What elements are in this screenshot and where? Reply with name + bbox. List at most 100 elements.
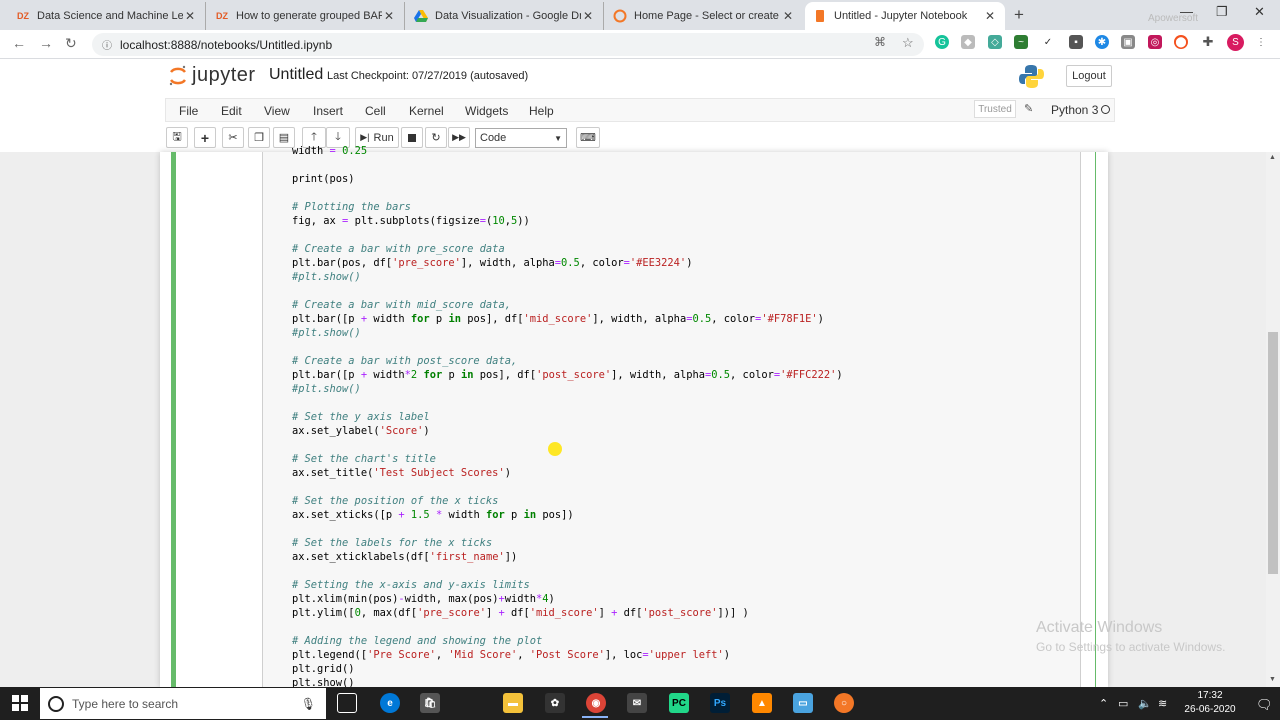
extension-icon[interactable]: ⬤ bbox=[1174, 35, 1188, 49]
browser-tab[interactable]: DZ Data Science and Machine Learni ✕ bbox=[8, 2, 206, 30]
browser-tab-active[interactable]: Untitled - Jupyter Notebook ✕ bbox=[805, 2, 1005, 30]
taskbar-search-input[interactable]: Type here to search 🎙 bbox=[40, 688, 326, 719]
wifi-icon[interactable]: ≋ bbox=[1158, 697, 1167, 710]
volume-icon[interactable]: 🔈 bbox=[1138, 697, 1152, 710]
code-line[interactable]: # Create a bar with post_score data, bbox=[292, 354, 1072, 368]
address-bar[interactable]: ⓘ localhost:8888/notebooks/Untitled.ipyn… bbox=[92, 33, 924, 56]
extension-icon[interactable]: ~ bbox=[1014, 35, 1028, 49]
reload-icon[interactable]: ↻ bbox=[65, 35, 77, 52]
code-line[interactable] bbox=[292, 480, 1072, 494]
code-line[interactable] bbox=[292, 186, 1072, 200]
code-line[interactable]: plt.bar([p + width for p in pos], df['mi… bbox=[292, 312, 1072, 326]
code-line[interactable]: ax.set_xticks([p + 1.5 * width for p in … bbox=[292, 508, 1072, 522]
jupyter-logo-icon[interactable] bbox=[168, 64, 188, 88]
code-line[interactable]: ax.set_ylabel('Score') bbox=[292, 424, 1072, 438]
code-line[interactable]: #plt.show() bbox=[292, 326, 1072, 340]
extension-icon[interactable]: ✱ bbox=[1095, 35, 1109, 49]
kernel-name[interactable]: Python 3 bbox=[1051, 103, 1098, 117]
code-line[interactable]: #plt.show() bbox=[292, 382, 1072, 396]
scrollbar-thumb[interactable] bbox=[1268, 332, 1278, 574]
info-icon[interactable]: ⓘ bbox=[102, 37, 112, 52]
logout-button[interactable]: Logout bbox=[1066, 65, 1112, 87]
code-line[interactable]: # Set the y axis label bbox=[292, 410, 1072, 424]
code-line[interactable]: #plt.show() bbox=[292, 270, 1072, 284]
code-line[interactable]: plt.bar(pos, df['pre_score'], width, alp… bbox=[292, 256, 1072, 270]
checkmark-icon[interactable]: ✓ bbox=[1041, 35, 1055, 49]
close-tab-icon[interactable]: ✕ bbox=[183, 9, 197, 23]
code-line[interactable] bbox=[292, 564, 1072, 578]
anaconda-icon[interactable]: ○ bbox=[834, 693, 854, 713]
code-line[interactable]: # Set the position of the x ticks bbox=[292, 494, 1072, 508]
extension-icon[interactable]: ▣ bbox=[1121, 35, 1135, 49]
menu-file[interactable]: File bbox=[179, 104, 198, 118]
taskbar-clock[interactable]: 17:32 26-06-2020 bbox=[1180, 689, 1240, 717]
browser-tab[interactable]: Data Visualization - Google Drive ✕ bbox=[406, 2, 604, 30]
close-tab-icon[interactable]: ✕ bbox=[581, 9, 595, 23]
vlc-icon[interactable]: ▲ bbox=[752, 693, 772, 713]
copy-button[interactable]: ❐ bbox=[248, 127, 270, 148]
code-line[interactable]: plt.show() bbox=[292, 676, 1072, 687]
code-line[interactable]: print(pos) bbox=[292, 172, 1072, 186]
restore-icon[interactable]: ❐ bbox=[1216, 4, 1228, 20]
code-line[interactable]: width = 0.25 bbox=[292, 144, 1072, 158]
insert-cell-button[interactable]: + bbox=[194, 127, 216, 148]
code-line[interactable] bbox=[292, 620, 1072, 634]
save-button[interactable]: 🖫 bbox=[166, 127, 188, 148]
code-line[interactable]: # Setting the x-axis and y-axis limits bbox=[292, 578, 1072, 592]
code-line[interactable]: ax.set_title('Test Subject Scores') bbox=[292, 466, 1072, 480]
menu-widgets[interactable]: Widgets bbox=[465, 104, 508, 118]
photoshop-icon[interactable]: Ps bbox=[710, 693, 730, 713]
menu-view[interactable]: View bbox=[264, 104, 290, 118]
store-icon[interactable]: 🛍 bbox=[420, 693, 440, 713]
task-view-icon[interactable] bbox=[337, 693, 357, 713]
screen-recorder-icon[interactable]: ▭ bbox=[793, 693, 813, 713]
code-line[interactable]: plt.bar([p + width*2 for p in pos], df['… bbox=[292, 368, 1072, 382]
code-line[interactable] bbox=[292, 228, 1072, 242]
chrome-icon[interactable]: ◉ bbox=[586, 693, 606, 713]
menu-kernel[interactable]: Kernel bbox=[409, 104, 444, 118]
code-line[interactable]: # Adding the legend and showing the plot bbox=[292, 634, 1072, 648]
menu-cell[interactable]: Cell bbox=[365, 104, 386, 118]
scroll-up-icon[interactable]: ▲ bbox=[1269, 154, 1276, 161]
code-line[interactable] bbox=[292, 396, 1072, 410]
pycharm-icon[interactable]: PC bbox=[669, 693, 689, 713]
extension-icon[interactable]: ◆ bbox=[961, 35, 975, 49]
code-line[interactable]: plt.ylim([0, max(df['pre_score'] + df['m… bbox=[292, 606, 1072, 620]
close-tab-icon[interactable]: ✕ bbox=[781, 9, 795, 23]
code-line[interactable]: # Set the chart's title bbox=[292, 452, 1072, 466]
code-line[interactable]: plt.grid() bbox=[292, 662, 1072, 676]
translate-icon[interactable]: ⌘ bbox=[874, 35, 886, 49]
close-tab-icon[interactable]: ✕ bbox=[983, 9, 997, 23]
minimize-icon[interactable]: — bbox=[1180, 4, 1193, 19]
browser-tab[interactable]: DZ How to generate grouped BAR pl ✕ bbox=[207, 2, 405, 30]
notebook-name[interactable]: Untitled bbox=[269, 66, 323, 84]
browser-tab[interactable]: Home Page - Select or create a n ✕ bbox=[605, 2, 803, 30]
cut-button[interactable]: ✂ bbox=[222, 127, 244, 148]
grammarly-icon[interactable]: G bbox=[935, 35, 949, 49]
file-explorer-icon[interactable]: ▬ bbox=[503, 693, 523, 713]
code-line[interactable] bbox=[292, 522, 1072, 536]
microphone-icon[interactable]: 🎙 bbox=[301, 697, 316, 711]
new-tab-icon[interactable]: + bbox=[1014, 5, 1024, 25]
windows-start-icon[interactable] bbox=[12, 695, 28, 711]
battery-icon[interactable]: ▭ bbox=[1118, 697, 1128, 710]
bookmark-star-icon[interactable]: ☆ bbox=[902, 35, 914, 51]
forward-icon[interactable]: → bbox=[39, 35, 53, 51]
code-line[interactable] bbox=[292, 158, 1072, 172]
code-line[interactable]: # Set the labels for the x ticks bbox=[292, 536, 1072, 550]
code-line[interactable]: # Plotting the bars bbox=[292, 200, 1072, 214]
tray-chevron-icon[interactable]: ⌃ bbox=[1099, 697, 1108, 710]
menu-dots-icon[interactable]: ⋮ bbox=[1254, 35, 1268, 49]
close-tab-icon[interactable]: ✕ bbox=[382, 9, 396, 23]
jupyter-wordmark[interactable]: jupyter bbox=[192, 64, 256, 87]
code-line[interactable] bbox=[292, 340, 1072, 354]
scroll-down-icon[interactable]: ▼ bbox=[1269, 676, 1276, 683]
profile-avatar[interactable]: S bbox=[1227, 34, 1244, 51]
code-line[interactable]: fig, ax = plt.subplots(figsize=(10,5)) bbox=[292, 214, 1072, 228]
notifications-icon[interactable]: 🗨 bbox=[1256, 697, 1273, 713]
menu-edit[interactable]: Edit bbox=[221, 104, 242, 118]
menu-help[interactable]: Help bbox=[529, 104, 554, 118]
instagram-icon[interactable]: ◎ bbox=[1148, 35, 1162, 49]
edit-pencil-icon[interactable]: ✎ bbox=[1024, 102, 1033, 115]
back-icon[interactable]: ← bbox=[12, 35, 26, 51]
